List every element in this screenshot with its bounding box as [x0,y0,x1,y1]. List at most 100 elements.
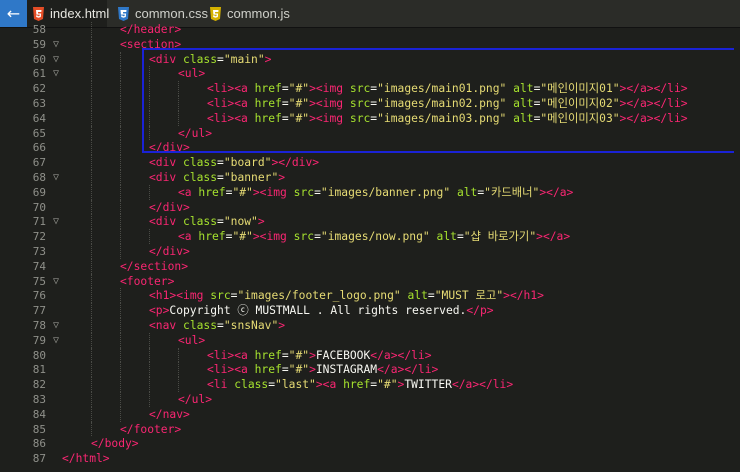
code-token: "#" [288,111,310,125]
code-token: = [281,97,289,110]
code-token: <img [315,82,350,96]
code-line[interactable]: 79 ▽ <ul> [0,332,740,348]
code-token: alt [436,230,457,244]
code-line[interactable]: 84 </nav> [0,406,740,422]
indent-guide [91,258,92,274]
code-line[interactable]: 61 ▽ <ul> [0,66,740,82]
code-token: alt [513,111,534,125]
line-number: 64 [32,111,46,125]
code-line[interactable]: 66 </div> [0,140,740,156]
indent-guide [91,288,92,304]
code-token: class [183,52,218,66]
code-line[interactable]: 87 </html> [0,451,740,466]
code-line[interactable]: 86 </body> [0,436,740,451]
code-text: <ul> [178,333,205,348]
indent-guide [178,81,179,96]
code-token: > [252,230,260,244]
code-token: href [254,82,282,96]
code-token: <a [234,111,255,125]
code-line[interactable]: 72 <a href="#"><img src="images/now.png" … [0,229,740,244]
code-token: "images/footer_logo.png" [237,289,401,303]
line-number: 62 [32,82,46,96]
code-token: = [217,156,224,170]
code-token: <a [234,82,255,96]
indent-guide [120,140,121,156]
html5-icon [33,6,44,21]
code-token: "images/main03.png" [377,111,507,125]
code-line[interactable]: 82 <li class="last"><a href="#">TWITTER</… [0,377,740,392]
code-line[interactable]: 71 ▽ <div class="now"> [0,214,740,230]
code-token: = [281,348,289,362]
line-number: 84 [32,407,46,421]
code-token: > [257,215,265,229]
line-number: 70 [32,200,46,214]
code-line[interactable]: 60 ▽ <div class="main"> [0,51,740,67]
indent-guide [120,66,121,82]
fold-toggle-icon[interactable]: ▽ [51,318,61,333]
code-line[interactable]: 75 ▽ <footer> [0,273,740,289]
indent-guide [91,155,92,170]
indent-guide [120,392,121,407]
code-token: <li> [207,363,235,377]
fold-toggle-icon[interactable]: ▽ [51,214,61,229]
fold-toggle-icon[interactable]: ▽ [51,66,61,81]
code-token: </header> [120,23,182,36]
code-line[interactable]: 81 <li><a href="#">INSTAGRAM</a></li> [0,362,740,378]
code-line[interactable]: 69 <a href="#"><img src="images/banner.pn… [0,184,740,200]
code-token: </h1> [509,289,544,303]
code-line[interactable]: 77 <p>Copyright ⓒ MUSTMALL . All rights r… [0,303,740,318]
code-line[interactable]: 64 <li><a href="#"><img src="images/main0… [0,110,740,126]
code-token: </div> [149,245,190,258]
indent-guide [120,125,121,141]
code-token: <img [259,230,294,244]
indent-guide [120,96,121,111]
fold-toggle-icon[interactable]: ▽ [51,37,61,52]
code-token: "images/main01.png" [377,82,507,96]
code-token: <p> [149,304,170,318]
tab-label: index.html [50,6,110,21]
code-line[interactable]: 65 </ul> [0,125,740,141]
indent-guide [120,229,121,244]
code-token: INSTAGRAM [315,363,378,377]
code-line[interactable]: 80 <li><a href="#">FACEBOOK</a></li> [0,347,740,363]
indent-guide [149,392,150,407]
code-line[interactable]: 76 <h1><img src = "images/footer_logo.png" … [0,288,740,304]
code-token: class [234,378,269,392]
code-line[interactable]: 74 </section> [0,258,740,274]
code-line[interactable]: 58 </header> [0,22,740,37]
code-line[interactable]: 83 </ul> [0,392,740,407]
code-token: src [210,289,231,303]
code-line[interactable]: 63 <li><a href="#"><img src="images/main0… [0,96,740,111]
vertical-scrollbar[interactable] [734,28,740,472]
code-token: <img [315,111,350,125]
code-editor[interactable]: 58 </header> 59 ▽ <section> 60 ▽ <div class="ma… [0,22,740,472]
code-line[interactable]: 70 </div> [0,199,740,215]
fold-toggle-icon[interactable]: ▽ [51,170,61,185]
code-text: </footer> [120,422,181,437]
indent-guide [91,273,92,289]
line-number: 63 [32,97,46,110]
indent-guide [91,229,92,244]
code-line[interactable]: 78 ▽ <nav class="snsNav"> [0,318,740,333]
code-token: = [217,319,224,332]
fold-toggle-icon[interactable]: ▽ [51,52,61,67]
code-token: > [309,97,316,110]
line-number: 87 [32,452,46,466]
indent-guide [91,392,92,407]
code-line[interactable]: 62 <li><a href="#"><img src="images/main0… [0,81,740,96]
fold-toggle-icon[interactable]: ▽ [51,274,61,289]
indent-guide [91,170,92,185]
code-token: href [254,348,282,362]
code-token: > [309,82,316,96]
code-line[interactable]: 68 ▽ <div class="banner"> [0,170,740,185]
code-line[interactable]: 73 </div> [0,244,740,259]
code-token: </li> [653,111,688,125]
code-token: = [217,171,224,184]
code-line[interactable]: 85 </footer> [0,421,740,437]
code-token: "#" [288,363,310,377]
code-line[interactable]: 59 ▽ <section> [0,36,740,52]
code-token: </body> [91,437,139,451]
fold-toggle-icon[interactable]: ▽ [51,333,61,348]
code-line[interactable]: 67 <div class="board"></div> [0,155,740,170]
